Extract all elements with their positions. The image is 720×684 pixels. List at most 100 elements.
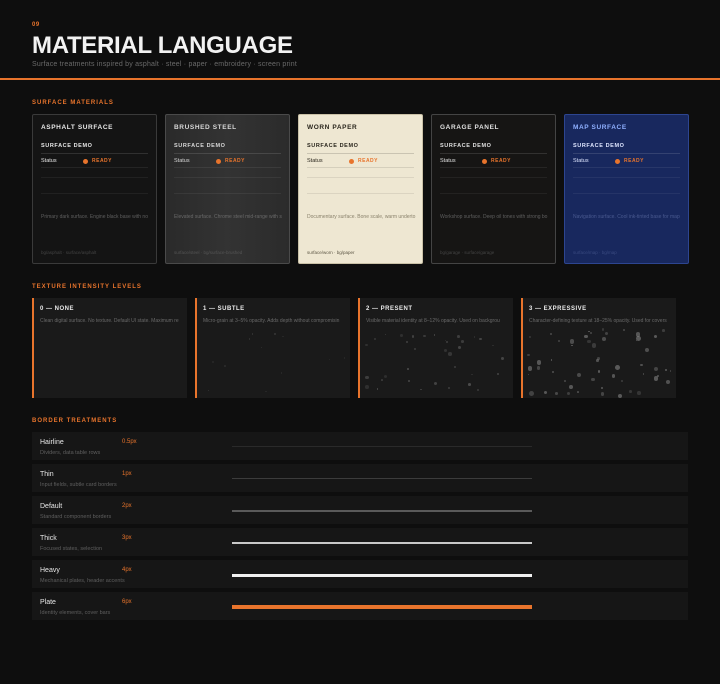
card-status-row: Status READY xyxy=(307,158,414,168)
texture-speck xyxy=(496,372,499,375)
accent-bar xyxy=(358,298,360,398)
texture-speck xyxy=(453,366,456,369)
card-description: Elevated surface. Chrome steel mid-range… xyxy=(174,214,282,220)
texture-speck xyxy=(604,331,609,335)
surface-card-paper: WORN PAPER SURFACE DEMO Status READY Doc… xyxy=(298,114,423,264)
texture-speck xyxy=(669,370,672,372)
border-name: Hairline xyxy=(40,439,64,446)
texture-speck xyxy=(550,359,553,361)
texture-description: Micro-grain at 3–5% opacity. Adds depth … xyxy=(203,318,340,324)
status-label: Status xyxy=(307,158,323,164)
texture-speck xyxy=(474,336,476,338)
texture-speck xyxy=(343,357,346,359)
card-subtitle: SURFACE DEMO xyxy=(174,143,281,154)
texture-speck xyxy=(571,345,573,347)
status-dot-icon xyxy=(349,158,354,164)
texture-speck xyxy=(373,337,376,341)
border-width: 2px xyxy=(122,503,132,509)
status-badge: READY xyxy=(624,158,645,164)
status-badge: READY xyxy=(358,158,379,164)
texture-speck xyxy=(414,348,417,351)
border-sample xyxy=(232,605,532,609)
border-description: Identity elements, cover bars xyxy=(40,610,111,616)
texture-description: Visible material identity at 8–12% opaci… xyxy=(366,318,500,324)
texture-speck xyxy=(407,379,410,382)
texture-speck xyxy=(640,363,643,367)
texture-speck xyxy=(614,365,620,371)
texture-speck xyxy=(551,371,554,374)
card-description: Documentary surface. Bone scale, warm un… xyxy=(307,214,416,220)
texture-speck xyxy=(365,385,369,389)
texture-title: 0 — NONE xyxy=(40,306,75,312)
surface-section-label: SURFACE MATERIALS xyxy=(32,100,114,106)
header-rule xyxy=(0,78,720,80)
border-row-default: Default 2px Standard component borders xyxy=(32,496,688,524)
surface-cards: ASPHALT SURFACE SURFACE DEMO Status READ… xyxy=(32,114,689,264)
texture-speck xyxy=(570,339,575,344)
card-divider xyxy=(440,177,547,178)
border-row-thick: Thick 3px Focused states, selection xyxy=(32,528,688,556)
card-divider xyxy=(573,193,680,194)
card-token-footer: surface/worn · bg/paper xyxy=(307,250,355,255)
texture-speck xyxy=(536,360,542,365)
texture-speck xyxy=(407,367,409,370)
border-row-hairline: Hairline 0.5px Dividers, data table rows xyxy=(32,432,688,460)
texture-speck xyxy=(662,328,665,332)
texture-speck xyxy=(406,341,409,344)
border-section-label: BORDER TREATMENTS xyxy=(32,418,118,424)
texture-description: Clean digital surface. No texture. Defau… xyxy=(40,318,179,324)
texture-speck xyxy=(479,337,482,340)
border-name: Default xyxy=(40,503,63,510)
card-description: Workshop surface. Deep oil tones with st… xyxy=(440,214,548,220)
texture-speck xyxy=(629,389,633,393)
border-name: Heavy xyxy=(40,567,60,574)
texture-speck xyxy=(248,338,251,340)
accent-bar xyxy=(32,298,34,398)
texture-speck xyxy=(654,367,659,372)
border-sample xyxy=(232,478,532,479)
texture-speck xyxy=(492,344,494,346)
status-label: Status xyxy=(440,158,456,164)
texture-speck xyxy=(591,343,597,348)
texture-speck xyxy=(456,335,460,338)
section-number: 09 xyxy=(32,22,40,28)
texture-speck xyxy=(420,388,422,391)
texture-speck xyxy=(601,328,605,331)
texture-level-subtle: 1 — SUBTLE Micro-grain at 3–5% opacity. … xyxy=(195,298,350,398)
texture-speck xyxy=(611,374,616,378)
texture-speck xyxy=(587,339,591,344)
card-title: BRUSHED STEEL xyxy=(174,124,237,131)
texture-speck xyxy=(602,337,606,341)
card-token-footer: surface/steel · bg/surface-brushed xyxy=(174,250,243,255)
texture-speck xyxy=(563,379,566,382)
status-label: Status xyxy=(41,158,57,164)
card-status-row: Status READY xyxy=(174,158,281,168)
texture-speck xyxy=(664,368,668,372)
page-subtitle: Surface treatments inspired by asphalt ·… xyxy=(32,61,298,68)
texture-speck xyxy=(621,379,624,382)
card-title: ASPHALT SURFACE xyxy=(41,124,114,131)
texture-speck xyxy=(433,333,436,336)
status-badge: READY xyxy=(491,158,512,164)
texture-speck xyxy=(251,333,254,335)
texture-speck xyxy=(411,335,414,338)
texture-speck xyxy=(529,336,532,339)
texture-title: 2 — PRESENT xyxy=(366,306,413,312)
texture-level-expressive: 3 — EXPRESSIVE Character-defining textur… xyxy=(521,298,676,398)
texture-speck xyxy=(443,348,447,352)
texture-speck xyxy=(274,333,276,335)
texture-title: 1 — SUBTLE xyxy=(203,306,245,312)
border-sample xyxy=(232,510,532,512)
border-treatments-list: Hairline 0.5px Dividers, data table rows… xyxy=(32,432,688,624)
texture-speck xyxy=(212,360,214,363)
page-header: 09 MATERIAL LANGUAGE Surface treatments … xyxy=(32,22,720,68)
texture-speck xyxy=(385,333,387,336)
texture-speck xyxy=(549,332,552,335)
texture-speck xyxy=(597,357,600,360)
border-row-plate: Plate 6px Identity elements, cover bars xyxy=(32,592,688,620)
texture-speck xyxy=(208,389,210,392)
surface-card-steel: BRUSHED STEEL SURFACE DEMO Status READY … xyxy=(165,114,290,264)
card-divider xyxy=(41,193,148,194)
texture-speck xyxy=(280,372,283,374)
card-status-row: Status READY xyxy=(41,158,148,168)
